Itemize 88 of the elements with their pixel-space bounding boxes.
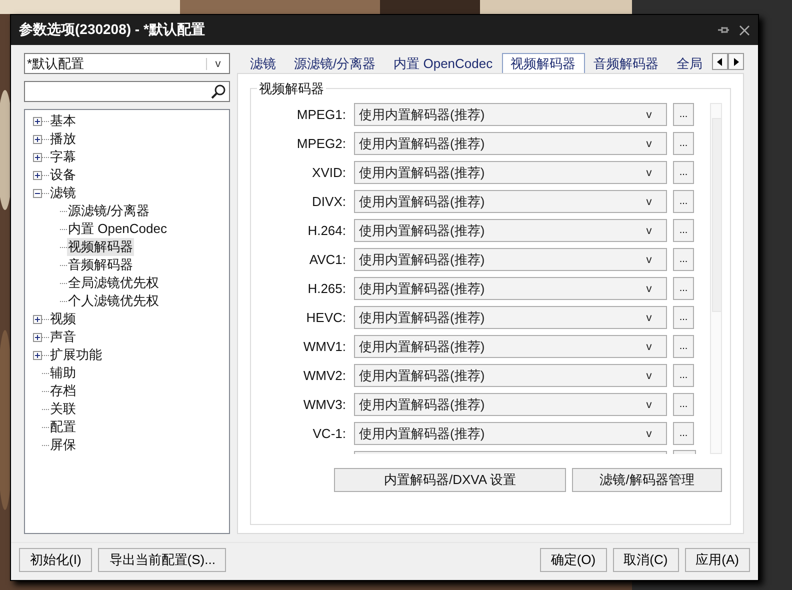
footer-button[interactable]: 取消(C)	[612, 548, 679, 572]
decoder-dropdown[interactable]: 使用内置解码器(推荐) v	[354, 248, 667, 271]
more-button[interactable]: ...	[673, 132, 694, 155]
tree-item[interactable]: 个人滤镜优先权	[67, 292, 160, 310]
tree-item[interactable]: 全局滤镜优先权	[67, 274, 160, 292]
codec-label: WMV3:	[302, 397, 346, 412]
decoder-dropdown[interactable]: 使用内置解码器(推荐) v	[354, 103, 667, 126]
more-button[interactable]: ...	[673, 161, 694, 184]
decoder-dropdown[interactable]: 使用内置解码器(推荐) v	[354, 161, 667, 184]
expand-icon[interactable]	[33, 134, 42, 144]
more-button[interactable]: ...	[673, 422, 694, 445]
right-arrow-icon	[733, 58, 739, 66]
group-title: 视频解码器	[257, 80, 326, 98]
scroll-right-button[interactable]	[728, 53, 744, 70]
decoder-dropdown[interactable]: 使用内置解码器(推荐) v	[354, 422, 667, 445]
codec-label: H.265:	[306, 281, 346, 296]
expand-icon[interactable]	[33, 314, 42, 324]
tree-item[interactable]: 内置 OpenCodec	[67, 220, 168, 238]
tree-item[interactable]: 基本	[49, 112, 77, 130]
close-icon[interactable]	[739, 24, 750, 36]
action-button[interactable]: 滤镜/解码器管理	[572, 468, 722, 492]
codec-label: WMV1:	[302, 339, 346, 354]
expand-icon[interactable]	[33, 170, 42, 180]
more-button[interactable]: ...	[673, 248, 694, 271]
codec-label: AVC1:	[308, 252, 346, 267]
decoder-dropdown[interactable]: 使用内置解码器(推荐) v	[354, 219, 667, 242]
tree-item[interactable]: 扩展功能	[49, 346, 103, 364]
codec-label: H.264:	[306, 223, 346, 238]
decoder-dropdown[interactable]: 使用内置解码器(推荐) v	[354, 335, 667, 358]
search-field[interactable]	[24, 81, 230, 102]
decoder-dropdown[interactable]: 使用内置解码器(推荐) v	[354, 393, 667, 416]
codec-label: MPEG1:	[296, 107, 346, 122]
tree-item[interactable]: 滤镜	[49, 184, 77, 202]
tree-item[interactable]: 辅助	[49, 364, 77, 382]
tree-item[interactable]: 音频解码器	[67, 256, 134, 274]
expand-icon[interactable]	[33, 350, 42, 360]
profile-dropdown[interactable]: *默认配置 v	[24, 53, 230, 74]
tree-item[interactable]: 设备	[49, 166, 77, 184]
decoder-dropdown[interactable]: 使用内置解码器(推荐) v	[354, 306, 667, 329]
codec-label: VC-1:	[312, 426, 346, 441]
tree-item[interactable]: 关联	[49, 400, 77, 418]
codec-label: DIVX:	[311, 194, 346, 209]
tab[interactable]: 音频解码器	[584, 54, 668, 73]
codec-label: HEVC:	[305, 310, 346, 325]
expand-icon[interactable]	[33, 116, 42, 126]
tree-item[interactable]: 视频	[49, 310, 77, 328]
search-icon[interactable]	[210, 84, 226, 100]
window-title: 参数选项(230208) - *默认配置	[19, 21, 206, 39]
tree-item[interactable]: 声音	[49, 328, 77, 346]
more-button[interactable]: ...	[673, 103, 694, 126]
footer-button[interactable]: 确定(O)	[540, 548, 607, 572]
more-button[interactable]: ...	[673, 393, 694, 416]
decoder-dropdown[interactable]: 使用内置解码器(推荐) v	[354, 364, 667, 387]
action-button[interactable]: 内置解码器/DXVA 设置	[334, 468, 566, 492]
footer-button[interactable]: 初始化(I)	[19, 548, 92, 572]
more-button[interactable]: ...	[673, 364, 694, 387]
expand-icon[interactable]	[33, 152, 42, 162]
more-button[interactable]: ...	[673, 306, 694, 329]
more-button[interactable]: ...	[673, 277, 694, 300]
tab[interactable]: 视频解码器	[502, 53, 585, 73]
collapse-icon[interactable]	[33, 188, 42, 198]
pin-icon[interactable]	[717, 24, 729, 36]
codec-label: MPEG2:	[296, 136, 346, 151]
expand-icon[interactable]	[33, 332, 42, 342]
tree-item[interactable]: 视频解码器	[67, 238, 134, 256]
tree-item[interactable]: 屏保	[49, 436, 77, 454]
codec-label: WMV2:	[302, 368, 346, 383]
more-button[interactable]: ...	[673, 190, 694, 213]
codec-label: XVID:	[311, 165, 346, 180]
footer-button[interactable]: 导出当前配置(S)...	[98, 548, 226, 572]
tree-item[interactable]: 源滤镜/分离器	[67, 202, 151, 220]
scroll-left-button[interactable]	[712, 53, 728, 70]
decoder-dropdown[interactable]: 使用内置解码器(推荐) v	[354, 132, 667, 155]
tab[interactable]: 滤镜	[241, 54, 285, 73]
tree-item[interactable]: 播放	[49, 130, 77, 148]
tab[interactable]: 全局	[668, 54, 712, 73]
tab[interactable]: 源滤镜/分离器	[285, 54, 385, 73]
more-button[interactable]: ...	[673, 219, 694, 242]
footer-button[interactable]: 应用(A)	[684, 548, 750, 572]
tree-item[interactable]: 配置	[49, 418, 77, 436]
tab[interactable]: 内置 OpenCodec	[384, 54, 502, 73]
decoder-dropdown[interactable]: 使用内置解码器(推荐) v	[354, 190, 667, 213]
scrollbar[interactable]	[710, 103, 722, 454]
tree-item[interactable]: 存档	[49, 382, 77, 400]
tree-item[interactable]: 字幕	[49, 148, 77, 166]
left-arrow-icon	[717, 58, 723, 66]
decoder-dropdown[interactable]: 使用内置解码器(推荐) v	[354, 277, 667, 300]
more-button[interactable]: ...	[673, 335, 694, 358]
